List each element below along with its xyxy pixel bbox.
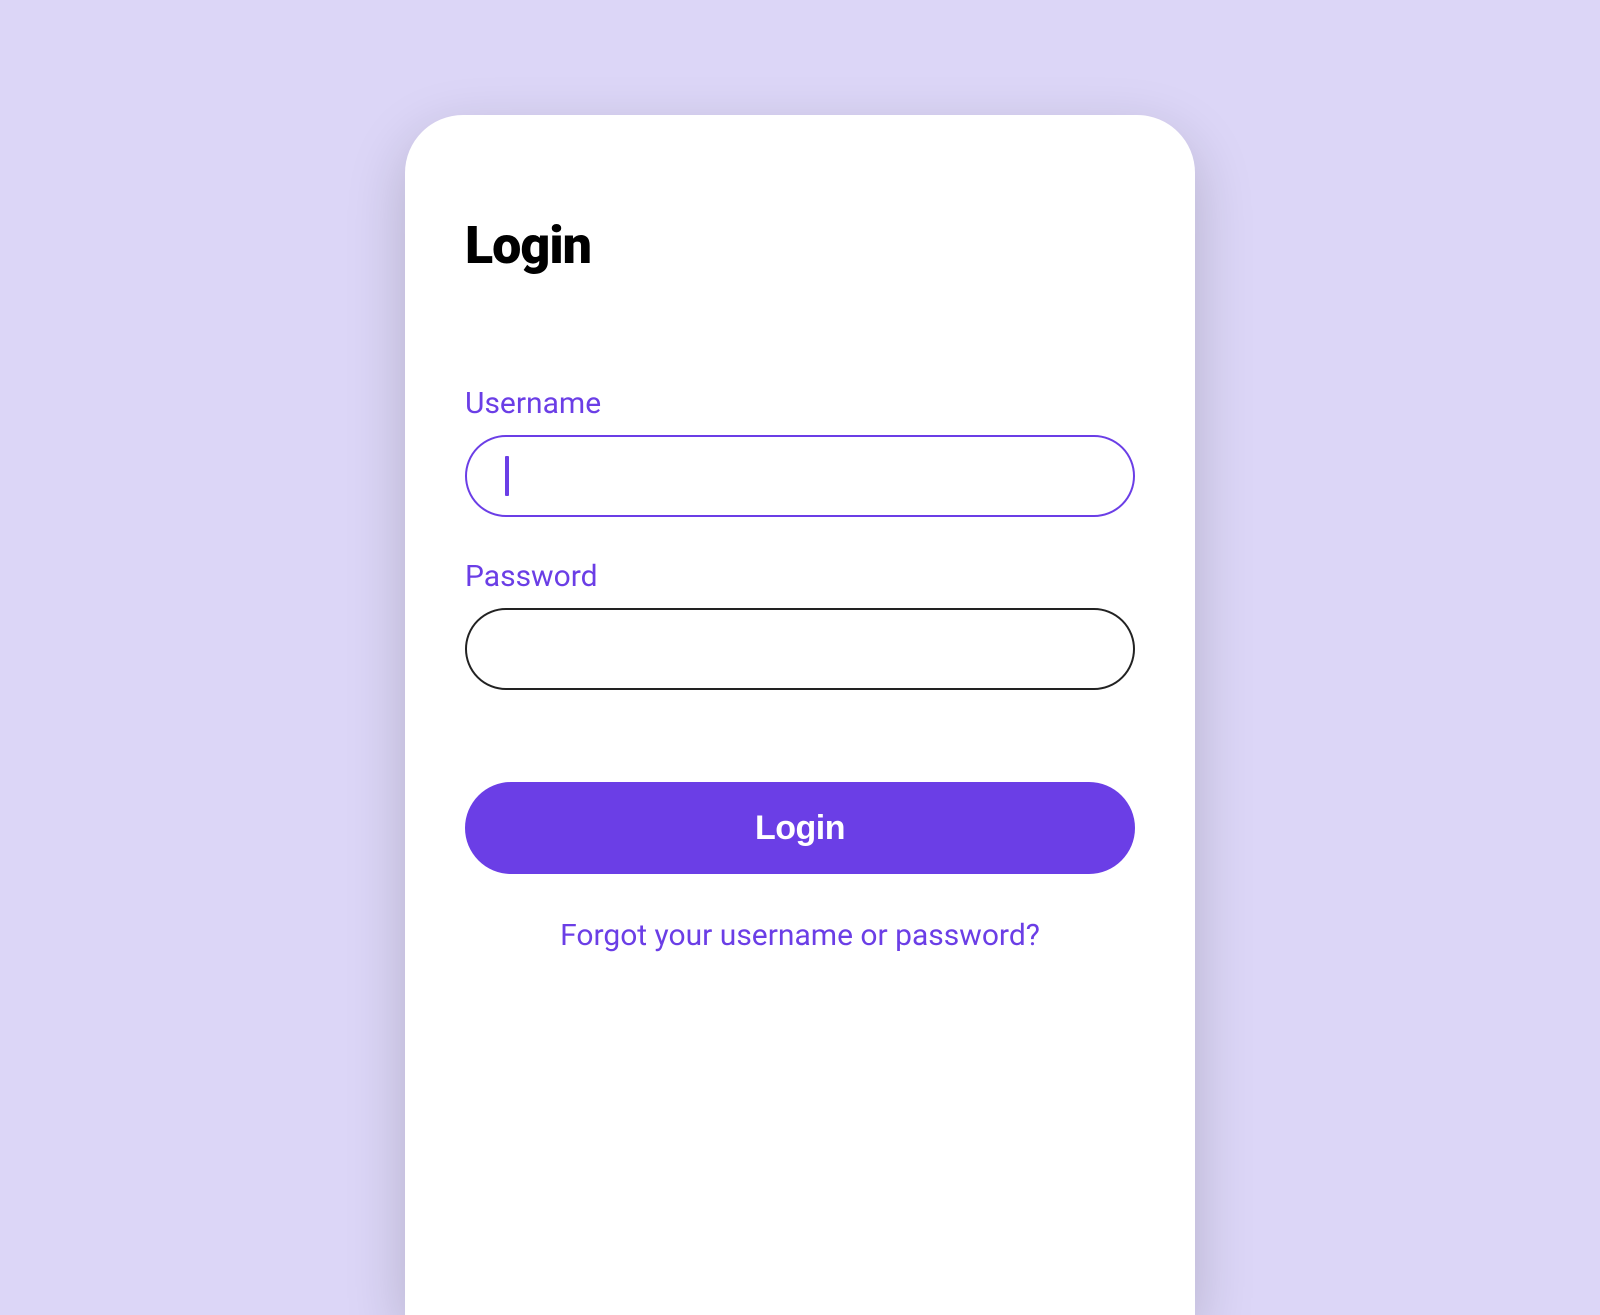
username-label: Username (465, 386, 1135, 421)
password-input[interactable] (465, 608, 1135, 690)
forgot-credentials-link[interactable]: Forgot your username or password? (465, 918, 1135, 953)
password-label: Password (465, 559, 1135, 594)
login-card: Login Username Password Login Forgot you… (405, 115, 1195, 1315)
page-title: Login (465, 215, 1135, 276)
login-button[interactable]: Login (465, 782, 1135, 874)
username-field-group: Username (465, 386, 1135, 517)
password-field-group: Password (465, 559, 1135, 690)
username-input-wrap (465, 435, 1135, 517)
username-input[interactable] (465, 435, 1135, 517)
text-caret-icon (505, 456, 509, 496)
